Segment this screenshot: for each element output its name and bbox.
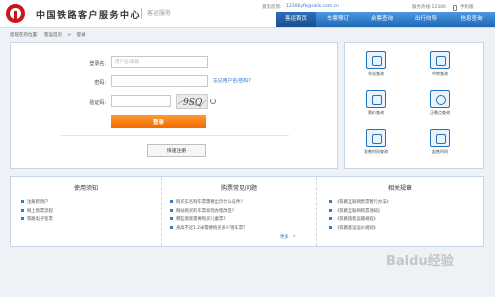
list-item[interactable]: 哪些旅客需要购买儿童票?: [170, 216, 245, 225]
list-item[interactable]: 铁路电子客票: [21, 216, 53, 225]
faq-more-link[interactable]: 更多: [280, 234, 289, 240]
main-nav: 客运首页 车票预订 余票查询 出行向导 信息查询: [276, 12, 495, 27]
list-item[interactable]: 网站购买的车票如何办理改签?: [170, 208, 245, 217]
username-input[interactable]: [111, 56, 208, 68]
password-input[interactable]: [111, 75, 208, 87]
service-delay[interactable]: 正晚点查询: [425, 90, 455, 120]
sale-time-icon: [366, 129, 386, 147]
calendar-icon: [430, 129, 450, 147]
usage-notes-title: 使用须知: [73, 185, 98, 192]
breadcrumb-home-link[interactable]: 客运首页: [44, 33, 62, 38]
baidu-watermark: Baidu经验: [386, 254, 454, 269]
service-label: 起售时间: [432, 149, 448, 154]
service-start-time[interactable]: 起售时间: [425, 129, 455, 159]
login-button[interactable]: 登录: [111, 115, 206, 128]
list-item[interactable]: 注册新用户: [21, 199, 53, 208]
breadcrumb-current: 登录: [76, 33, 86, 38]
service-label: 票价查询: [368, 110, 384, 115]
list-item[interactable]: 《铁路旅客运输规程》: [329, 216, 391, 225]
regulations-title: 相关规章: [387, 185, 412, 192]
clock-icon: [430, 90, 450, 108]
refresh-captcha-icon[interactable]: [210, 98, 216, 104]
service-sale-time[interactable]: 发售时间查询: [361, 129, 391, 159]
faq-title: 购票常见问题: [220, 185, 257, 192]
mobile-version-link[interactable]: 手机版: [460, 4, 474, 10]
service-transfer[interactable]: 中转查询: [425, 51, 455, 81]
captcha-text: 9SQ: [183, 98, 203, 108]
list-item[interactable]: 网上购票流程: [21, 208, 53, 217]
nav-item-guide[interactable]: 出行向导: [404, 12, 448, 27]
regulations-list: 《铁路互联网售票暂行办法》 《铁路互联网购票须知》 《铁路旅客运输规程》 《铁路…: [329, 199, 391, 233]
price-icon: [366, 90, 386, 108]
feedback-email-link[interactable]: 12306yfk@rails.com.cn: [286, 4, 339, 9]
phone-icon[interactable]: [453, 5, 457, 11]
list-item[interactable]: 《铁路互联网售票暂行办法》: [329, 199, 391, 208]
info-section: 使用须知 注册新用户 网上购票流程 铁路电子客票 购票常见问题 购买实名制车票需…: [10, 176, 484, 247]
site-subtitle: 客运服务: [141, 8, 171, 19]
more-arrow-icon[interactable]: »: [293, 234, 296, 239]
captcha-image[interactable]: 9SQ: [176, 94, 208, 109]
site-header: 中国铁路客户服务中心 客运服务 意见反馈: 12306yfk@rails.com…: [0, 0, 495, 28]
service-price[interactable]: 票价查询: [361, 90, 391, 120]
feedback-label: 意见反馈:: [262, 5, 282, 10]
nav-item-booking[interactable]: 车票预订: [316, 12, 360, 27]
list-item[interactable]: 《铁路客运运价规则》: [329, 225, 391, 234]
quick-register-button[interactable]: 快速注册: [147, 144, 206, 157]
form-divider: [61, 135, 289, 136]
site-title: 中国铁路客户服务中心: [36, 11, 142, 21]
nav-item-home[interactable]: 客运首页: [276, 12, 316, 27]
usage-notes-list: 注册新用户 网上购票流程 铁路电子客票: [21, 199, 53, 225]
nav-item-info[interactable]: 信息查询: [448, 12, 495, 27]
railway-logo-icon[interactable]: [6, 4, 25, 23]
breadcrumb: 您现在的位置: 客运首页 > 登录: [10, 32, 90, 38]
breadcrumb-prefix: 您现在的位置:: [10, 33, 39, 38]
service-tel: 服务热线:12306: [412, 5, 446, 10]
transfer-icon: [430, 51, 450, 69]
captcha-input[interactable]: [111, 95, 171, 107]
username-label: 登录名:: [89, 61, 106, 67]
service-label: 正晚点查询: [430, 110, 450, 115]
service-panel: 车站查询 中转查询 票价查询 正晚点查询 发售时间查询 起售时间: [344, 42, 484, 169]
faq-column: 购票常见问题 购买实名制车票需要出示什么证件? 网站购买的车票如何办理改签? 哪…: [161, 177, 316, 246]
faq-list: 购买实名制车票需要出示什么证件? 网站购买的车票如何办理改签? 哪些旅客需要购买…: [170, 199, 245, 233]
list-item[interactable]: 身高不足1.2米需要购买多少钱车票?: [170, 225, 245, 234]
regulations-column: 相关规章 《铁路互联网售票暂行办法》 《铁路互联网购票须知》 《铁路旅客运输规程…: [316, 177, 483, 246]
service-station[interactable]: 车站查询: [361, 51, 391, 81]
forgot-password-link[interactable]: 忘记用户名/密码?: [213, 77, 251, 84]
list-item[interactable]: 《铁路互联网购票须知》: [329, 208, 391, 217]
list-item[interactable]: 购买实名制车票需要出示什么证件?: [170, 199, 245, 208]
usage-notes-column: 使用须知 注册新用户 网上购票流程 铁路电子客票: [11, 177, 161, 246]
login-form: 登录名: 密码: 忘记用户名/密码? 验证码: 9SQ 登录 快速注册: [10, 42, 338, 169]
service-label: 中转查询: [432, 71, 448, 76]
password-label: 密码:: [94, 80, 106, 86]
service-label: 发售时间查询: [364, 149, 388, 154]
nav-item-remaining[interactable]: 余票查询: [360, 12, 404, 27]
breadcrumb-separator: >: [67, 33, 72, 38]
service-label: 车站查询: [368, 71, 384, 76]
station-icon: [366, 51, 386, 69]
captcha-graphic: 9SQ: [177, 98, 207, 108]
captcha-label: 验证码:: [89, 100, 106, 106]
